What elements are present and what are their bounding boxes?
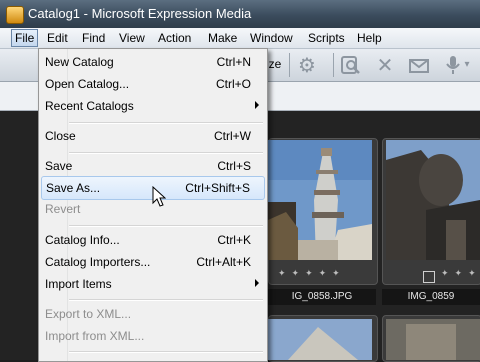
delete-icon[interactable]: ✕ — [374, 54, 396, 76]
menu-item-open-catalog[interactable]: Open Catalog... Ctrl+O — [41, 73, 265, 95]
mouse-cursor-icon — [152, 185, 167, 212]
menu-item-save[interactable]: Save Ctrl+S — [41, 155, 265, 177]
menu-separator — [69, 152, 263, 154]
photo-partial[interactable] — [268, 319, 372, 360]
thumbnail-caption: IG_0858.JPG — [268, 289, 376, 305]
chevron-down-icon[interactable]: ▾ — [460, 54, 474, 76]
menu-item-label: Revert — [45, 202, 81, 216]
menu-item-label: Import Items — [45, 277, 112, 291]
menu-edit[interactable]: Edit — [44, 30, 71, 46]
email-icon[interactable] — [408, 54, 430, 76]
menu-item-close[interactable]: Close Ctrl+W — [41, 125, 265, 147]
toolbar-separator — [289, 53, 290, 77]
menu-item-shortcut: Ctrl+N — [216, 55, 251, 69]
menu-file[interactable]: File — [11, 29, 39, 47]
menu-help[interactable]: Help — [354, 30, 385, 46]
menu-item-label: Close — [45, 129, 76, 143]
menu-scripts[interactable]: Scripts — [305, 30, 348, 46]
menu-bar: File Edit Find View Action Make Window S… — [0, 28, 480, 49]
photo-partial[interactable] — [386, 319, 480, 360]
menu-view[interactable]: View — [116, 30, 148, 46]
menu-separator — [69, 225, 263, 227]
menu-window[interactable]: Window — [247, 30, 296, 46]
menu-make[interactable]: Make — [205, 30, 240, 46]
menu-item-label: Catalog Info... — [45, 233, 120, 247]
menu-item-import-xml[interactable]: Import from XML... — [41, 325, 265, 347]
submenu-arrow-icon — [255, 279, 259, 287]
menu-item-label: Open Catalog... — [45, 77, 130, 91]
menu-separator — [69, 122, 263, 124]
menu-item-shortcut: Ctrl+O — [215, 77, 251, 91]
menu-item-shortcut: Ctrl+Shift+S — [185, 181, 250, 195]
menu-find[interactable]: Find — [79, 30, 108, 46]
menu-item-catalog-importers[interactable]: Catalog Importers... Ctrl+Alt+K — [41, 251, 265, 273]
menu-item-label: Recent Catalogs — [45, 99, 134, 113]
menu-separator — [69, 299, 263, 301]
menu-item-label: Export to XML... — [45, 307, 132, 321]
menu-item-export-xml[interactable]: Export to XML... — [41, 303, 265, 325]
gear-icon[interactable]: ⚙ — [296, 54, 318, 76]
app-icon — [6, 6, 24, 24]
menu-item-import-items[interactable]: Import Items — [41, 273, 265, 295]
temple-photo[interactable] — [268, 140, 372, 260]
thumbnail-rating-dots[interactable]: ✦✦✦ — [441, 269, 480, 279]
menu-separator — [69, 351, 263, 353]
menu-item-label: New Catalog — [45, 55, 114, 69]
menu-item-catalog-info[interactable]: Catalog Info... Ctrl+K — [41, 229, 265, 251]
menu-item-label: Import from XML... — [45, 329, 145, 343]
thumbnail-rating-dots[interactable]: ✦✦✦✦✦ — [278, 269, 346, 279]
menu-item-shortcut: Ctrl+W — [214, 129, 251, 143]
magnifier-icon[interactable] — [340, 54, 362, 76]
statue-photo[interactable] — [386, 140, 480, 260]
toolbar-size-label[interactable]: ize — [266, 57, 281, 71]
title-bar: Catalog1 - Microsoft Expression Media — [0, 0, 480, 28]
menu-item-label: Save As... — [46, 181, 101, 195]
menu-item-label: Catalog Importers... — [45, 255, 151, 269]
thumbnail-caption: IMG_0859 — [382, 289, 480, 305]
menu-item-shortcut: Ctrl+Alt+K — [196, 255, 251, 269]
menu-item-recent-catalogs[interactable]: Recent Catalogs — [41, 95, 265, 117]
menu-item-shortcut: Ctrl+K — [217, 233, 251, 247]
toolbar-separator — [333, 53, 334, 77]
menu-item-label: Save — [45, 159, 73, 173]
menu-action[interactable]: Action — [155, 30, 194, 46]
submenu-arrow-icon — [255, 101, 259, 109]
window-title: Catalog1 - Microsoft Expression Media — [28, 6, 252, 21]
thumbnail-checkbox[interactable] — [423, 271, 435, 283]
menu-item-shortcut: Ctrl+S — [217, 159, 251, 173]
menu-item-new-catalog[interactable]: New Catalog Ctrl+N — [41, 51, 265, 73]
